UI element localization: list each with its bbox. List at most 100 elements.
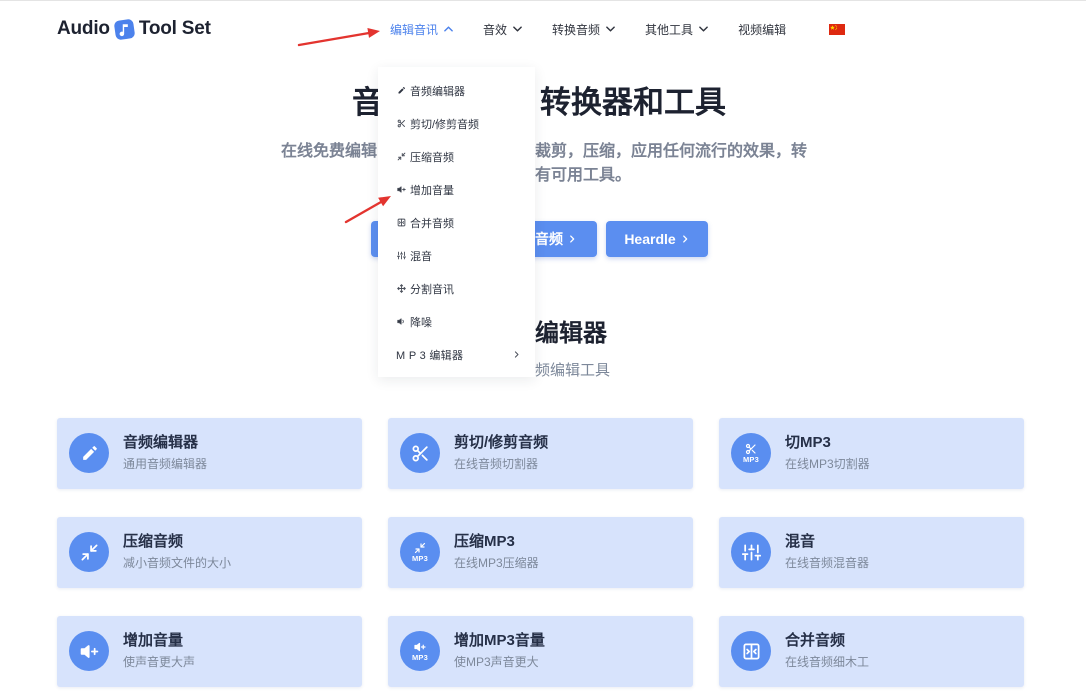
hero-subtitle-part: 裁剪，压缩，应用任何流行的效果，转 — [535, 143, 808, 160]
dropdown-item-noise-reduction[interactable]: 降噪 — [378, 305, 535, 338]
tool-card-cut-trim-audio[interactable]: 剪切/修剪音频 在线音频切割器 — [388, 418, 693, 489]
split-icon — [397, 284, 406, 293]
tool-card-cut-mp3[interactable]: MP3 切MP3 在线MP3切割器 — [719, 418, 1024, 489]
scissors-icon — [412, 445, 428, 461]
card-title: 增加音量 — [123, 632, 184, 649]
dropdown-item-label: 增加音量 — [410, 184, 454, 197]
chevron-down-icon — [513, 26, 522, 32]
dropdown-item-split-audio[interactable]: 分割音讯 — [378, 272, 535, 305]
pencil-icon — [82, 445, 97, 460]
card-description: 使声音更大声 — [123, 655, 196, 669]
dropdown-item-label: 音频编辑器 — [410, 85, 465, 98]
compress-icon — [414, 542, 426, 553]
button-label: 音频 — [535, 231, 563, 247]
icon-mp3-label: MP3 — [411, 553, 429, 563]
dropdown-item-label: 剪切/修剪音频 — [410, 118, 480, 131]
dropdown-item-audio-editor[interactable]: 音频编辑器 — [378, 74, 535, 107]
section-title: 编辑器 — [535, 320, 607, 347]
merge-icon — [743, 643, 759, 659]
compress-icon — [397, 152, 406, 161]
nav-item-label: 编辑音讯 — [390, 22, 439, 37]
tool-card-increase-mp3-volume[interactable]: MP3 增加MP3音量 使MP3声音更大 — [388, 616, 693, 687]
chevron-right-icon — [514, 351, 519, 358]
nav-item-other-tools[interactable]: 其他工具 — [645, 21, 708, 38]
nav-item-label: 转换音频 — [552, 22, 601, 37]
chevron-down-icon — [606, 26, 615, 32]
red-arrow-to-nav — [297, 28, 380, 47]
dropdown-item-mix-audio[interactable]: 混音 — [378, 239, 535, 272]
edit-audio-dropdown-menu: 音频编辑器剪切/修剪音频 压缩音频增加音量合并音频混音分割音讯降噪 M P 3 编辑… — [378, 67, 535, 377]
dropdown-item-label: 混音 — [410, 250, 432, 263]
dropdown-item-label: 压缩音频 — [410, 151, 454, 164]
nav-item-edit-audio[interactable]: 编辑音讯 — [390, 21, 453, 38]
mixer-icon — [397, 251, 406, 260]
card-description: 在线音频细木工 — [785, 655, 870, 669]
dropdown-item-increase-volume[interactable]: 增加音量 — [378, 173, 535, 206]
card-title: 压缩音频 — [123, 533, 184, 550]
button-label: Heardle — [624, 231, 676, 247]
tool-card-audio-editor[interactable]: 音频编辑器通用音频编辑器 — [57, 418, 362, 489]
compress-mp3-icon: MP3 — [400, 532, 440, 572]
china-flag-icon[interactable] — [829, 23, 846, 35]
chevron-right-icon — [570, 235, 575, 243]
pencil-icon — [398, 86, 406, 94]
volume-mp3-icon: MP3 — [400, 631, 440, 671]
section-subtitle: 频编辑工具 — [535, 362, 611, 379]
volume-plus-icon — [397, 186, 406, 193]
compress-icon — [81, 544, 97, 560]
site-logo[interactable]: Audio Tool Set — [57, 18, 211, 40]
tool-cards-grid: 音频编辑器 通用音频编辑器 剪切/修剪音频 在线音频切割器 MP3 切MP3 在线MP3切割… — [57, 418, 1024, 687]
card-icon-circle — [69, 532, 109, 572]
scissors-mp3-icon: MP3 — [731, 433, 771, 473]
icon-mp3-label: MP3 — [411, 652, 429, 662]
dropdown-item-label: 分割音讯 — [410, 283, 454, 296]
logo-text-audio: Audio — [57, 18, 110, 39]
card-description: 通用音频编辑器 — [123, 457, 208, 471]
dropdown-item-label: M P 3 编辑器 — [396, 349, 464, 362]
dropdown-item-mp3-editor[interactable]: M P 3 编辑器 — [378, 338, 535, 371]
card-description: 在线音频切割器 — [454, 457, 539, 471]
nav-item-label: 视频编辑 — [738, 22, 787, 37]
nav-item-label: 其他工具 — [645, 22, 694, 37]
chevron-right-icon — [682, 235, 687, 243]
dropdown-item-cut-trim-audio[interactable]: 剪切/修剪音频 — [378, 107, 535, 140]
card-title: 增加MP3音量 — [454, 632, 545, 649]
tool-card-compress-audio[interactable]: 压缩音频减小音频文件的大小 — [57, 517, 362, 588]
card-icon-circle — [69, 631, 109, 671]
hero-heardle-button[interactable]: Heardle — [606, 221, 708, 257]
nav-item-video-edit[interactable]: 视频编辑 — [738, 21, 786, 38]
dropdown-item-merge-audio[interactable]: 合并音频 — [378, 206, 535, 239]
card-description: 减小音频文件的大小 — [123, 556, 232, 570]
card-title: 音频编辑器 — [123, 434, 199, 451]
tool-card-merge-audio[interactable]: 合并音频 在线音频细木工 — [719, 616, 1024, 687]
tool-card-mix-audio[interactable]: 混音 在线音频混音器 — [719, 517, 1024, 588]
card-title: 压缩MP3 — [454, 533, 515, 550]
tool-card-compress-mp3[interactable]: MP3 压缩MP3 在线MP3压缩器 — [388, 517, 693, 588]
hero-subtitle-part: 有可用工具。 — [535, 167, 632, 184]
tool-card-increase-volume[interactable]: 增加音量使声音更大声 — [57, 616, 362, 687]
card-description: 在线MP3压缩器 — [454, 556, 539, 570]
card-icon-circle — [731, 631, 771, 671]
card-icon-circle — [69, 433, 109, 473]
icon-mp3-label: MP3 — [742, 454, 760, 464]
mixer-icon — [741, 544, 761, 560]
hero-subtitle-part: 在线免费编辑 — [281, 143, 378, 160]
chevron-up-icon — [444, 26, 453, 32]
card-description: 在线音频混音器 — [785, 556, 870, 570]
volume-plus-icon — [414, 642, 426, 651]
volume-plus-icon — [80, 644, 98, 658]
card-title: 切MP3 — [785, 434, 831, 451]
scissors-icon — [397, 119, 405, 128]
nav-item-convert-audio[interactable]: 转换音频 — [552, 21, 615, 38]
hero-title-part: 转换器和工具 — [540, 85, 726, 120]
card-title: 混音 — [785, 533, 816, 550]
dropdown-item-compress-audio[interactable]: 压缩音频 — [378, 140, 535, 173]
logo-text-tool-set: Tool Set — [138, 18, 211, 39]
nav-item-sound-effects[interactable]: 音效 — [483, 21, 522, 38]
nav-item-label: 音效 — [483, 22, 508, 37]
card-description: 使MP3声音更大 — [454, 655, 539, 669]
scissors-icon — [745, 443, 756, 454]
card-title: 剪切/修剪音频 — [454, 434, 549, 451]
main-nav: 编辑音讯 音效 转换音频 其他工具 视频编辑 — [390, 20, 846, 38]
dropdown-item-label: 合并音频 — [410, 217, 454, 230]
